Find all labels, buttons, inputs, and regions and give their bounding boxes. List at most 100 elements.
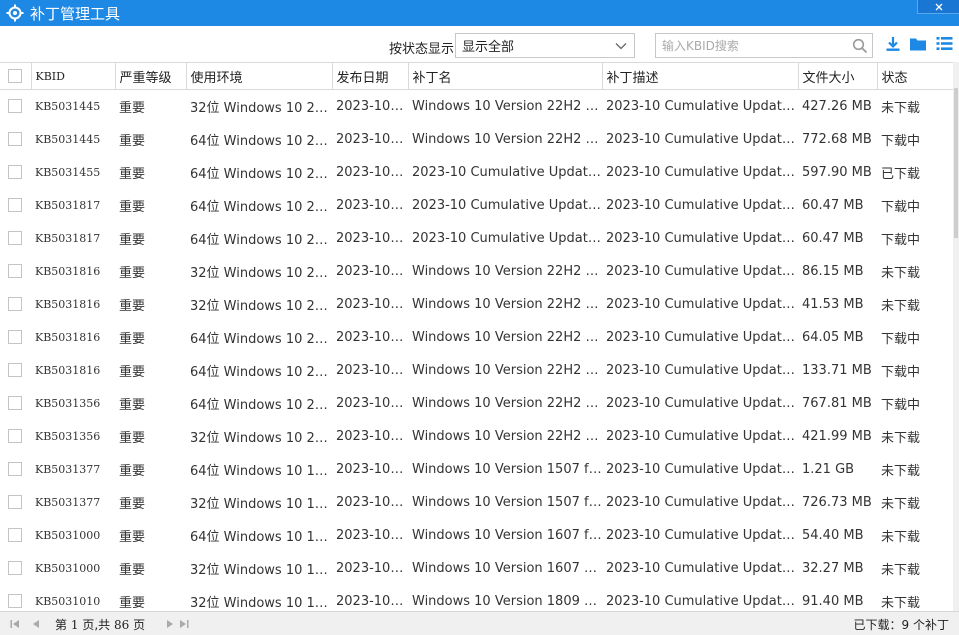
table-row[interactable]: KB5031000 重要 32位 Windows 10 1607 2023-10-10… <box>0 552 953 585</box>
table-row[interactable]: KB5031816 重要 32位 Windows 10 22H2 2023-10-26… <box>0 288 953 321</box>
row-checkbox[interactable] <box>8 297 22 311</box>
patch-description-cell: 2023-10 Cumulative Update Pr... <box>606 197 798 213</box>
select-all-checkbox[interactable] <box>8 69 22 83</box>
column-header[interactable]: 发布日期 <box>332 62 409 90</box>
patch-description-cell: 2023-10 Cumulative Update fo... <box>606 494 798 510</box>
column-header[interactable]: 补丁描述 <box>602 62 799 90</box>
column-header[interactable]: 严重等级 <box>115 62 187 90</box>
row-checkbox[interactable] <box>8 231 22 245</box>
kbid-search-input[interactable] <box>662 37 847 55</box>
severity-cell: 重要 <box>119 298 146 314</box>
row-checkbox[interactable] <box>8 99 22 114</box>
table-row[interactable]: KB5031816 重要 32位 Windows 10 22H2 2023-10-26… <box>0 255 953 288</box>
severity-cell: 重要 <box>119 463 146 479</box>
row-checkbox[interactable] <box>8 495 22 509</box>
release-date-cell: 2023-10-26 <box>336 329 408 345</box>
toolbar: 按状态显示 显示全部 <box>0 26 959 62</box>
kbid-cell: KB5031816 <box>35 264 101 278</box>
release-date-cell: 2023-10-10 <box>336 494 408 510</box>
status-cell: 未下载 <box>881 529 921 545</box>
close-button[interactable] <box>917 0 959 14</box>
row-checkbox[interactable] <box>8 528 22 542</box>
vertical-scrollbar[interactable] <box>953 62 959 611</box>
column-header[interactable]: 使用环境 <box>186 62 333 90</box>
next-page-button[interactable] <box>165 619 175 629</box>
patch-description-cell: 2023-10 Cumulative Update fo... <box>606 527 798 543</box>
search-icon[interactable] <box>852 38 868 57</box>
release-date-cell: 2023-10-10 <box>336 560 408 576</box>
row-checkbox[interactable] <box>8 594 22 608</box>
release-date-cell: 2023-10-10 <box>336 461 408 477</box>
row-checkbox[interactable] <box>8 330 22 344</box>
release-date-cell: 2023-10-26 <box>336 296 408 312</box>
row-checkbox[interactable] <box>8 198 22 212</box>
table-header: KBID 严重等级 使用环境 发布日期 补丁名 补丁描述 文件大小 状态 <box>0 62 953 90</box>
prev-page-button[interactable] <box>31 619 41 629</box>
kbid-cell: KB5031445 <box>35 99 101 113</box>
file-size-cell: 421.99 MB <box>802 428 872 444</box>
severity-cell: 重要 <box>119 199 146 215</box>
release-date-cell: 2023-10-10 <box>336 593 408 609</box>
file-size-cell: 726.73 MB <box>802 494 872 510</box>
row-checkbox[interactable] <box>8 165 22 179</box>
table-row[interactable]: KB5031817 重要 64位 Windows 10 22H2 2023-10-26… <box>0 222 953 255</box>
download-button[interactable] <box>884 36 902 54</box>
patch-name-cell: Windows 10 Version 22H2 (KB... <box>412 263 602 279</box>
row-checkbox[interactable] <box>8 264 22 278</box>
title-bar: 补丁管理工具 <box>0 0 959 26</box>
status-cell: 未下载 <box>881 463 921 479</box>
row-checkbox[interactable] <box>8 561 22 575</box>
table-row[interactable]: KB5031356 重要 32位 Windows 10 22H2 2023-10-10… <box>0 420 953 453</box>
table-row[interactable]: KB5031377 重要 64位 Windows 10 1507 2023-10-10… <box>0 453 953 486</box>
status-cell: 下载中 <box>881 397 921 413</box>
column-header[interactable]: KBID <box>31 62 116 90</box>
table-row[interactable]: KB5031816 重要 64位 Windows 10 22H2 2023-10-26… <box>0 354 953 387</box>
table-row[interactable]: KB5031377 重要 32位 Windows 10 1507 2023-10-10… <box>0 486 953 519</box>
kbid-cell: KB5031816 <box>35 363 101 377</box>
patch-name-cell: Windows 10 Version 22H2 for ... <box>412 428 602 444</box>
environment-cell: 64位 Windows 10 22H2 <box>190 397 332 413</box>
patch-name-cell: Windows 10 Version 1607 for ... <box>412 527 602 543</box>
table-row[interactable]: KB5031817 重要 64位 Windows 10 22H2 2023-10-26… <box>0 189 953 222</box>
environment-cell: 32位 Windows 10 22H2 <box>190 430 332 446</box>
release-date-cell: 2023-10-26 <box>336 230 408 246</box>
row-checkbox[interactable] <box>8 429 22 443</box>
column-header[interactable]: 文件大小 <box>798 62 878 90</box>
table-row[interactable]: KB5031455 重要 64位 Windows 10 22H2 2023-10-26… <box>0 156 953 189</box>
table-row[interactable]: KB5031356 重要 64位 Windows 10 22H2 2023-10-10… <box>0 387 953 420</box>
patch-name-cell: Windows 10 Version 22H2 for ... <box>412 329 602 345</box>
gear-icon <box>5 3 25 23</box>
severity-cell: 重要 <box>119 430 146 446</box>
status-filter-select[interactable]: 显示全部 <box>455 33 635 58</box>
table-row[interactable]: KB5031816 重要 64位 Windows 10 22H2 2023-10-26… <box>0 321 953 354</box>
list-view-button[interactable] <box>935 36 953 54</box>
table-row[interactable]: KB5031445 重要 32位 Windows 10 22H2 2023-10-26… <box>0 90 953 123</box>
table-row[interactable]: KB5031000 重要 64位 Windows 10 1607 2023-10-10… <box>0 519 953 552</box>
patch-name-cell: 2023-10 Cumulative Update Pr... <box>412 197 602 213</box>
last-page-button[interactable] <box>179 619 189 629</box>
status-cell: 未下载 <box>881 430 921 446</box>
row-checkbox[interactable] <box>8 462 22 476</box>
kbid-cell: KB5031445 <box>35 132 101 146</box>
patch-name-cell: Windows 10 Version 22H2 (KB... <box>412 296 602 312</box>
row-checkbox[interactable] <box>8 396 22 410</box>
row-checkbox[interactable] <box>8 363 22 377</box>
open-folder-button[interactable] <box>909 36 927 54</box>
environment-cell: 64位 Windows 10 22H2 <box>190 166 332 182</box>
row-checkbox[interactable] <box>8 132 22 146</box>
table-row[interactable]: KB5031010 重要 32位 Windows 10 1809 2023-10-10… <box>0 585 953 612</box>
column-header[interactable]: 状态 <box>877 62 953 90</box>
severity-cell: 重要 <box>119 100 146 116</box>
environment-cell: 64位 Windows 10 1607 <box>190 529 332 545</box>
current-page[interactable]: 1 <box>71 618 79 632</box>
column-header[interactable]: 补丁名 <box>408 62 603 90</box>
first-page-button[interactable] <box>10 619 20 629</box>
severity-cell: 重要 <box>119 529 146 545</box>
patch-name-cell: Windows 10 Version 22H2 for ... <box>412 395 602 411</box>
file-size-cell: 64.05 MB <box>802 329 864 345</box>
scrollbar-thumb[interactable] <box>954 88 958 238</box>
table-row[interactable]: KB5031445 重要 64位 Windows 10 22H2 2023-10-26… <box>0 123 953 156</box>
page-indicator: 第 1 页,共 86 页 <box>55 616 145 633</box>
status-cell: 未下载 <box>881 496 921 512</box>
row-select-cell <box>0 156 31 189</box>
